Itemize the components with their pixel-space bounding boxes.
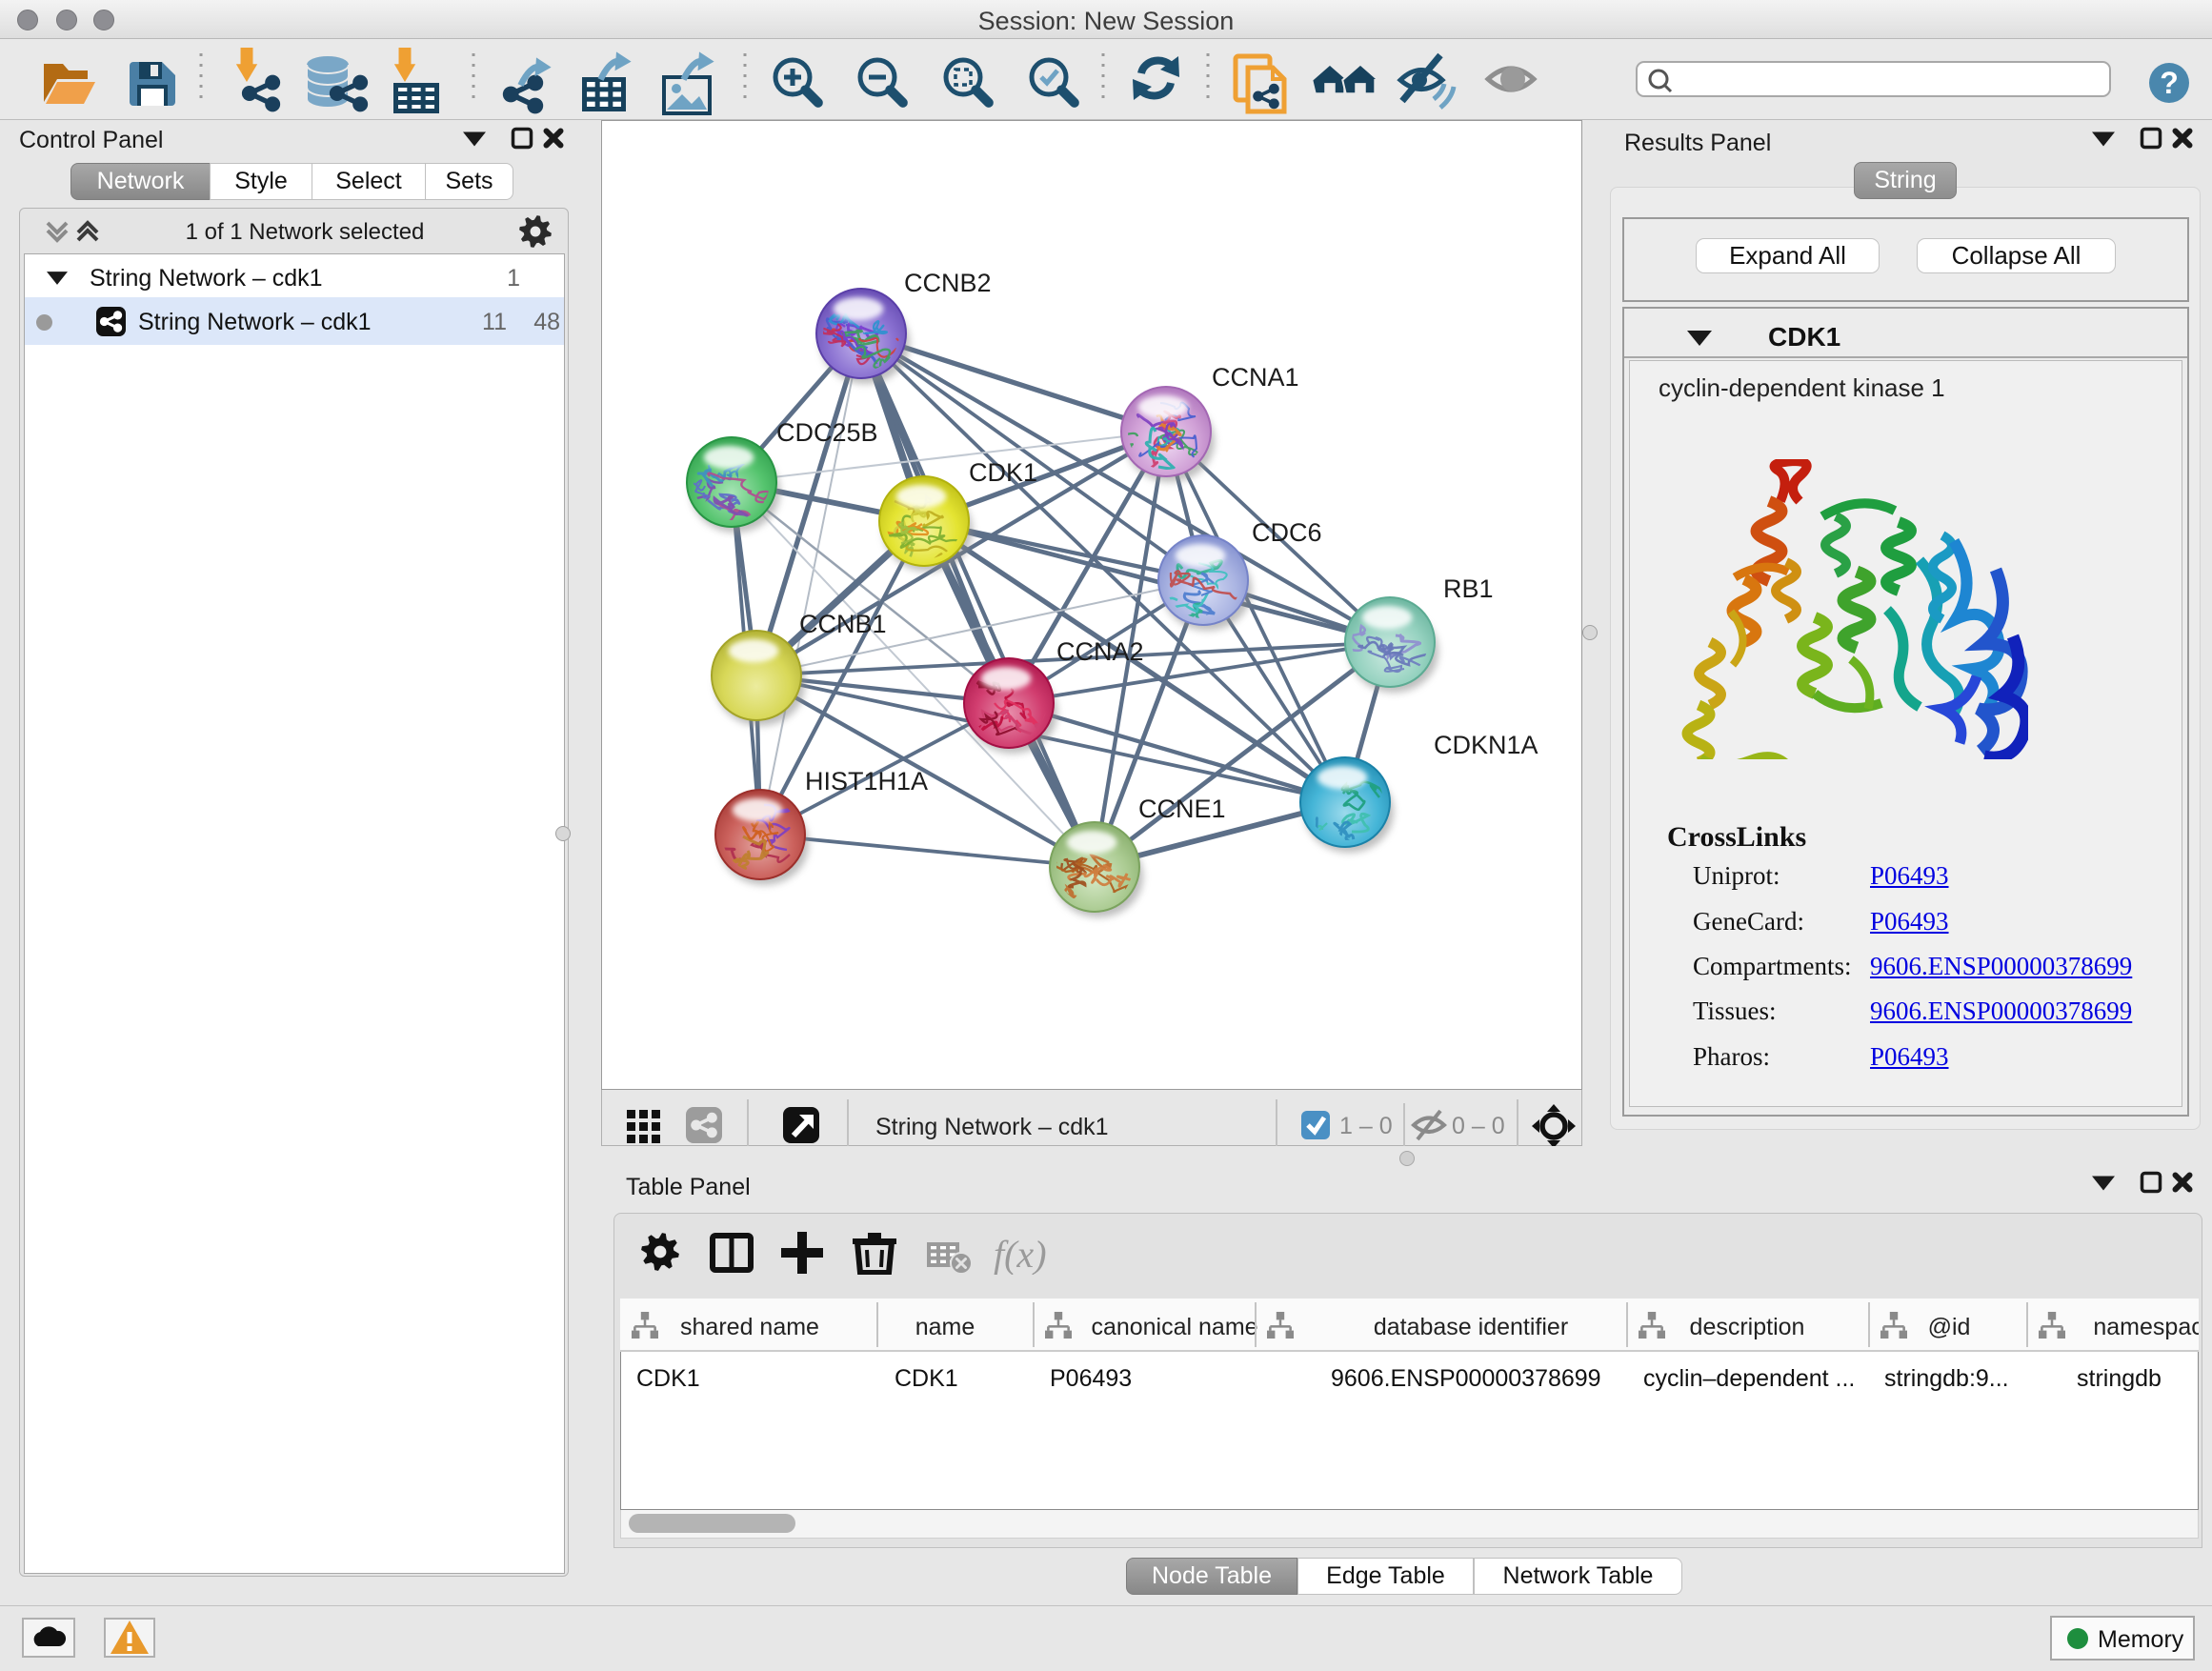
svg-text:HIST1H1A: HIST1H1A [805,767,928,795]
svg-text:CDKN1A: CDKN1A [1434,731,1538,759]
svg-text:name: name [915,1314,975,1340]
svg-text:CCNE1: CCNE1 [1138,795,1226,823]
svg-text:?: ? [2160,66,2179,100]
svg-text:cyclin–dependent ...: cyclin–dependent ... [1643,1365,1855,1392]
svg-text:@id: @id [1928,1314,1971,1340]
svg-text:CDC25B: CDC25B [776,418,878,447]
svg-text:f(x): f(x) [994,1233,1047,1275]
svg-text:namespace: namespace [2093,1314,2199,1340]
svg-text:shared name: shared name [680,1314,819,1340]
svg-text:0 – 0: 0 – 0 [1452,1113,1505,1139]
svg-text:1 – 0: 1 – 0 [1339,1113,1393,1139]
svg-text:RB1: RB1 [1443,574,1494,603]
svg-text:CDK1: CDK1 [895,1365,958,1392]
svg-text:CDK1: CDK1 [969,458,1037,487]
svg-text:9606.ENSP00000378699: 9606.ENSP00000378699 [1331,1365,1601,1392]
svg-text:CCNA1: CCNA1 [1212,363,1299,392]
svg-text:description: description [1690,1314,1805,1340]
svg-text:CCNB1: CCNB1 [799,610,887,638]
svg-text:CDC6: CDC6 [1252,518,1322,547]
svg-text:database identifier: database identifier [1374,1314,1568,1340]
svg-text:CDK1: CDK1 [636,1365,700,1392]
svg-text:CCNA2: CCNA2 [1056,637,1144,666]
svg-text:stringdb:9...: stringdb:9... [1884,1365,2009,1392]
svg-text:P06493: P06493 [1050,1365,1132,1392]
svg-text:stringdb: stringdb [2077,1365,2162,1392]
svg-text:canonical name: canonical name [1091,1314,1257,1340]
svg-text:String Network – cdk1: String Network – cdk1 [875,1114,1109,1140]
svg-text:CCNB2: CCNB2 [904,269,992,297]
